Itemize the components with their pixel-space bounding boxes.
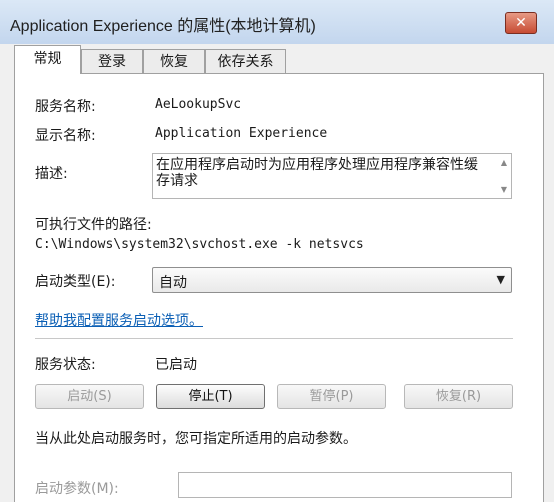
- scroll-down-icon[interactable]: ▼: [501, 185, 507, 194]
- chevron-down-icon: ▼: [496, 273, 505, 286]
- tab-dependencies[interactable]: 依存关系: [205, 49, 286, 73]
- tab-label: 常规: [33, 51, 62, 67]
- scroll-up-icon[interactable]: ▲: [501, 158, 507, 167]
- divider: [35, 338, 513, 339]
- display-name-label: 显示名称:: [35, 128, 96, 144]
- title-bar: Application Experience 的属性(本地计算机) ✕: [0, 0, 554, 44]
- service-status-value: 已启动: [155, 357, 197, 373]
- close-button[interactable]: ✕: [505, 12, 537, 34]
- executable-path-label: 可执行文件的路径:: [35, 217, 152, 233]
- start-params-label: 启动参数(M):: [35, 481, 119, 497]
- startup-type-label: 启动类型(E):: [35, 274, 116, 290]
- tab-label: 依存关系: [217, 54, 274, 70]
- display-name-value: Application Experience: [155, 126, 328, 141]
- description-box[interactable]: 在应用程序启动时为应用程序处理应用程序兼容性缓存请求 ▲ ▼: [152, 153, 512, 199]
- startup-type-select[interactable]: 自动 ▼: [152, 267, 512, 293]
- stop-button[interactable]: 停止(T): [156, 384, 265, 409]
- executable-path-value: C:\Windows\system32\svchost.exe -k netsv…: [35, 237, 364, 252]
- tab-label: 登录: [98, 54, 126, 70]
- start-params-input[interactable]: [178, 472, 512, 498]
- resume-button[interactable]: 恢复(R): [404, 384, 513, 409]
- startup-type-value: 自动: [159, 275, 187, 291]
- service-name-value: AeLookupSvc: [155, 97, 242, 112]
- tab-general[interactable]: 常规: [14, 45, 81, 74]
- tab-logon[interactable]: 登录: [81, 49, 143, 73]
- start-params-hint: 当从此处启动服务时，您可指定所适用的启动参数。: [35, 431, 357, 447]
- help-configure-link[interactable]: 帮助我配置服务启动选项。: [35, 310, 203, 330]
- description-text: 在应用程序启动时为应用程序处理应用程序兼容性缓存请求: [156, 157, 478, 189]
- start-button[interactable]: 启动(S): [35, 384, 144, 409]
- tab-recovery[interactable]: 恢复: [143, 49, 205, 73]
- service-name-label: 服务名称:: [35, 99, 96, 115]
- description-label: 描述:: [35, 166, 68, 182]
- tab-label: 恢复: [160, 54, 188, 70]
- pause-button[interactable]: 暂停(P): [277, 384, 386, 409]
- service-status-label: 服务状态:: [35, 357, 96, 373]
- close-icon: ✕: [515, 15, 527, 31]
- window-title: Application Experience 的属性(本地计算机): [10, 18, 316, 35]
